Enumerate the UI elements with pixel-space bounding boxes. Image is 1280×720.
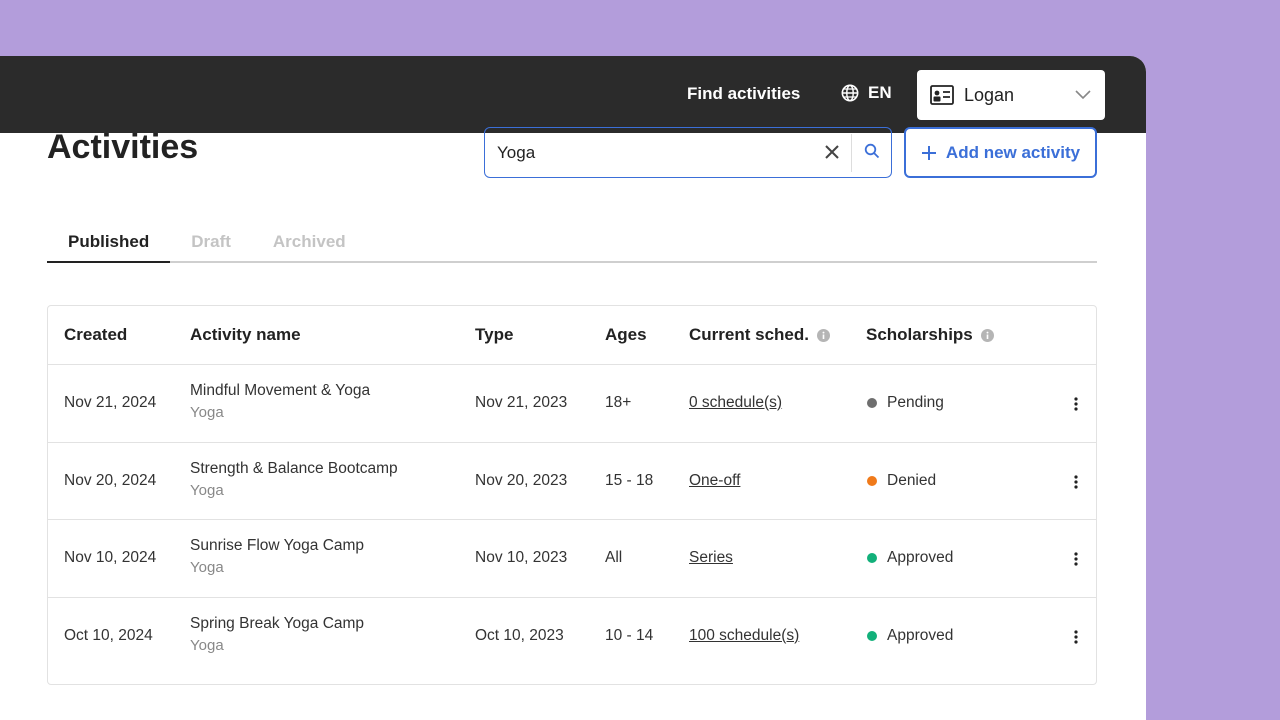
id-card-icon — [930, 85, 954, 105]
scholarship-status-label: Denied — [887, 471, 937, 489]
more-options-icon[interactable] — [1072, 396, 1080, 412]
tab-draft[interactable]: Draft — [170, 222, 252, 263]
search-icon[interactable] — [864, 143, 880, 159]
activity-category: Yoga — [190, 559, 224, 576]
tab-archived[interactable]: Archived — [252, 222, 367, 263]
table-header: Created Activity name Type Ages Current … — [48, 306, 1096, 365]
activity-name: Sunrise Flow Yoga Camp — [190, 537, 365, 554]
scholarship-status: Pending — [867, 394, 944, 412]
schedule-link[interactable]: 0 schedule(s) — [689, 394, 782, 412]
find-activities-link[interactable]: Find activities — [687, 84, 800, 104]
add-new-activity-label: Add new activity — [945, 142, 1081, 162]
table-row[interactable]: Nov 20, 2024 Strength & Balance Bootcamp… — [48, 443, 1096, 520]
created-date: Nov 10, 2024 — [64, 549, 157, 566]
status-tabs: Published Draft Archived — [47, 222, 1097, 263]
user-account-dropdown[interactable]: Logan — [917, 70, 1105, 120]
add-new-activity-button[interactable]: Add new activity — [904, 127, 1097, 178]
clear-search-icon[interactable] — [823, 143, 841, 161]
activity-category: Yoga — [190, 636, 224, 654]
scholarship-status: Denied — [867, 472, 936, 490]
activity-ages: 15 - 18 — [605, 471, 654, 489]
activities-table: Created Activity name Type Ages Current … — [47, 305, 1097, 685]
table-row[interactable]: Oct 10, 2024 Spring Break Yoga Camp Yoga… — [48, 598, 1096, 676]
more-options-icon[interactable] — [1072, 474, 1080, 490]
plus-icon — [921, 145, 936, 160]
status-dot — [867, 630, 877, 641]
activity-type: Nov 10, 2023 — [475, 549, 568, 566]
info-icon[interactable] — [980, 328, 994, 342]
scholarship-status: Approved — [867, 627, 953, 645]
info-icon[interactable] — [816, 328, 830, 342]
column-header-current-schedule[interactable]: Current sched. — [689, 325, 830, 345]
activity-name-cell: Spring Break Yoga Camp Yoga — [190, 615, 364, 654]
status-dot — [867, 398, 877, 408]
scholarship-status: Approved — [867, 549, 953, 567]
schedule-link[interactable]: One-off — [689, 472, 740, 490]
schedule-link[interactable]: Series — [689, 549, 733, 567]
activity-name-cell: Sunrise Flow Yoga Camp Yoga — [190, 537, 364, 576]
activity-name-cell: Strength & Balance Bootcamp Yoga — [190, 460, 398, 499]
schedule-link[interactable]: 100 schedule(s) — [689, 627, 799, 645]
more-options-icon[interactable] — [1072, 629, 1080, 645]
globe-icon — [841, 84, 859, 102]
tab-published[interactable]: Published — [47, 222, 171, 263]
activity-type: Oct 10, 2023 — [475, 626, 564, 644]
activity-ages: 10 - 14 — [605, 626, 654, 644]
scholarship-status-label: Pending — [887, 394, 944, 411]
top-nav-bar: Find activities EN Logan — [0, 56, 1146, 133]
column-header-type[interactable]: Type — [475, 325, 513, 345]
search-input[interactable] — [497, 142, 807, 163]
page-title: Activities — [47, 128, 199, 166]
search-divider — [851, 134, 852, 172]
status-dot — [867, 475, 877, 486]
activity-type: Nov 21, 2023 — [475, 394, 568, 411]
more-options-icon[interactable] — [1072, 551, 1080, 567]
search-box — [484, 127, 892, 178]
column-header-created[interactable]: Created — [64, 325, 127, 345]
activity-name: Spring Break Yoga Camp — [190, 614, 365, 632]
user-name: Logan — [964, 84, 1015, 105]
activity-ages: 18+ — [605, 394, 632, 411]
scholarship-status-label: Approved — [887, 549, 954, 566]
activity-type: Nov 20, 2023 — [475, 471, 568, 489]
table-row[interactable]: Nov 10, 2024 Sunrise Flow Yoga Camp Yoga… — [48, 520, 1096, 598]
chevron-down-icon — [1075, 90, 1091, 100]
table-row[interactable]: Nov 21, 2024 Mindful Movement & Yoga Yog… — [48, 365, 1096, 443]
activity-name-cell: Mindful Movement & Yoga Yoga — [190, 382, 370, 421]
activity-name: Mindful Movement & Yoga — [190, 382, 371, 399]
column-header-activity-name[interactable]: Activity name — [190, 325, 301, 345]
created-date: Nov 20, 2024 — [64, 471, 157, 489]
column-header-ages[interactable]: Ages — [605, 325, 647, 345]
activity-category: Yoga — [190, 404, 224, 421]
status-dot — [867, 553, 877, 563]
language-selector[interactable]: EN — [841, 83, 892, 103]
language-label: EN — [868, 83, 892, 102]
scholarship-status-label: Approved — [887, 626, 954, 644]
activity-name: Strength & Balance Bootcamp — [190, 459, 398, 477]
column-header-scholarships[interactable]: Scholarships — [866, 325, 994, 345]
created-date: Nov 21, 2024 — [64, 394, 157, 411]
activity-ages: All — [605, 549, 623, 566]
activity-category: Yoga — [190, 481, 224, 499]
created-date: Oct 10, 2024 — [64, 626, 153, 644]
